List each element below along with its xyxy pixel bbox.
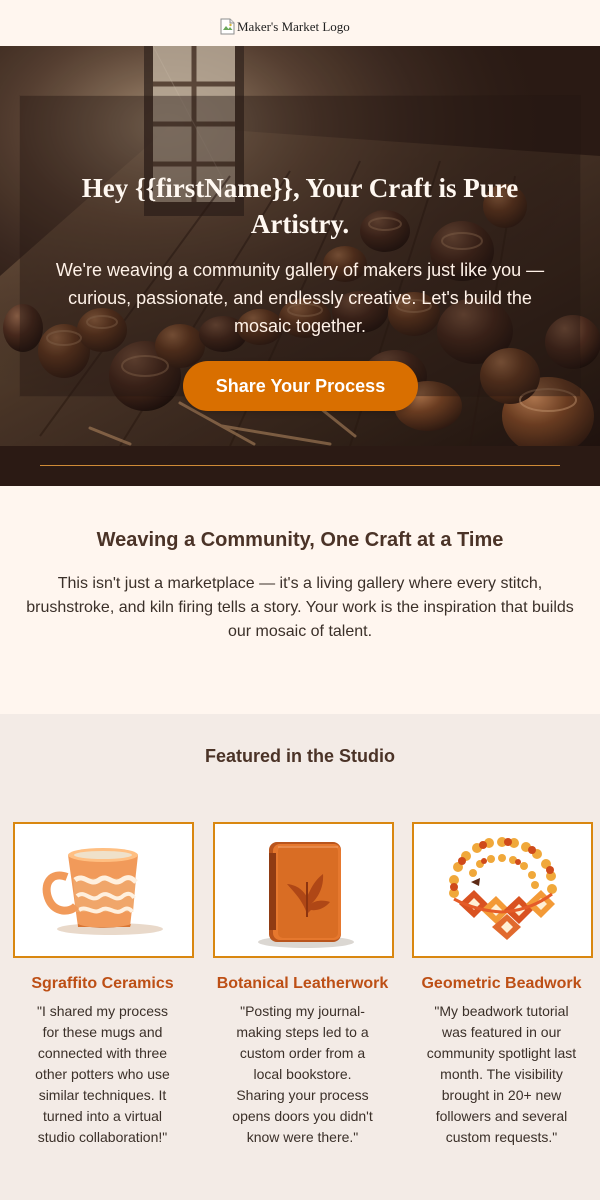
logo-alt-text: Maker's Market Logo (237, 19, 350, 34)
hero-body-text: We're weaving a community gallery of mak… (55, 260, 545, 336)
broken-image-icon (220, 18, 235, 35)
hero-section: Hey {{firstName}}, Your Craft is Pure Ar… (0, 46, 600, 486)
beaded-necklace-icon (449, 837, 557, 940)
hero-divider (40, 465, 560, 466)
feature-botanical-leatherwork: Botanical Leatherwork "Posting my journa… (213, 822, 394, 1148)
feature-title-geometric-beadwork: Geometric Beadwork (421, 975, 582, 992)
feature-quote-geometric-beadwork: "My beadwork tutorial was featured in ou… (426, 1003, 577, 1145)
feature-quote-botanical-leatherwork: "Posting my journal-making steps led to … (232, 1003, 373, 1145)
feature-sgraffito-ceramics: Sgraffito Ceramics "I shared my process … (13, 822, 194, 1148)
featured-studio-section: Featured in the Studio Sgraffito Ceramic… (0, 714, 600, 1200)
community-body-text: This isn't just a marketplace — it's a l… (26, 575, 574, 640)
mug-icon (42, 848, 163, 935)
feature-geometric-beadwork: Geometric Beadwork "My beadwork tutorial… (412, 822, 593, 1148)
hero-text-overlay (20, 96, 580, 396)
maker-market-logo: Maker's Market Logo (220, 18, 350, 35)
share-your-process-button[interactable]: Share Your Process (183, 361, 418, 411)
community-title: Weaving a Community, One Craft at a Time (96, 529, 504, 551)
email-header: Maker's Market Logo (0, 0, 600, 46)
feature-title-botanical-leatherwork: Botanical Leatherwork (216, 975, 389, 992)
hero-title: Hey {{firstName}}, Your Craft is Pure Ar… (81, 173, 519, 239)
ceramic-mug-image (13, 822, 194, 958)
community-section: Weaving a Community, One Craft at a Time… (0, 486, 600, 714)
leather-journal-icon (258, 842, 354, 948)
beadwork-necklace-image (412, 822, 593, 958)
feature-quote-sgraffito-ceramics: "I shared my process for these mugs and … (35, 1003, 170, 1145)
email-page: Maker's Market Logo Hey {{firstName}}, Y… (0, 0, 600, 1200)
feature-title-sgraffito-ceramics: Sgraffito Ceramics (31, 975, 174, 992)
featured-studio-title: Featured in the Studio (204, 746, 395, 766)
leather-journal-image (213, 822, 394, 958)
